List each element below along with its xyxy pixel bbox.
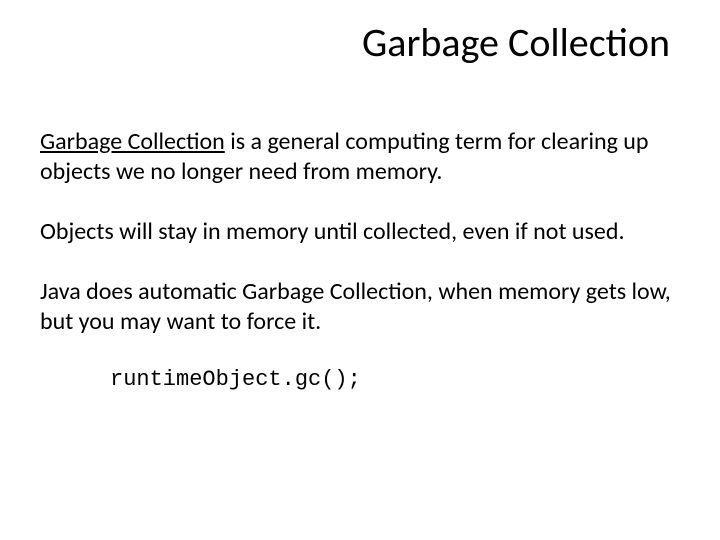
paragraph-1: Garbage Collection is a general computin… [40, 127, 680, 187]
slide-title: Garbage Collection [40, 18, 670, 67]
paragraph-1-underlined: Garbage Collection [40, 127, 225, 156]
paragraph-2: Objects will stay in memory until collec… [40, 217, 680, 247]
paragraph-3: Java does automatic Garbage Collection, … [40, 277, 680, 337]
code-snippet: runtimeObject.gc(); [110, 367, 680, 392]
